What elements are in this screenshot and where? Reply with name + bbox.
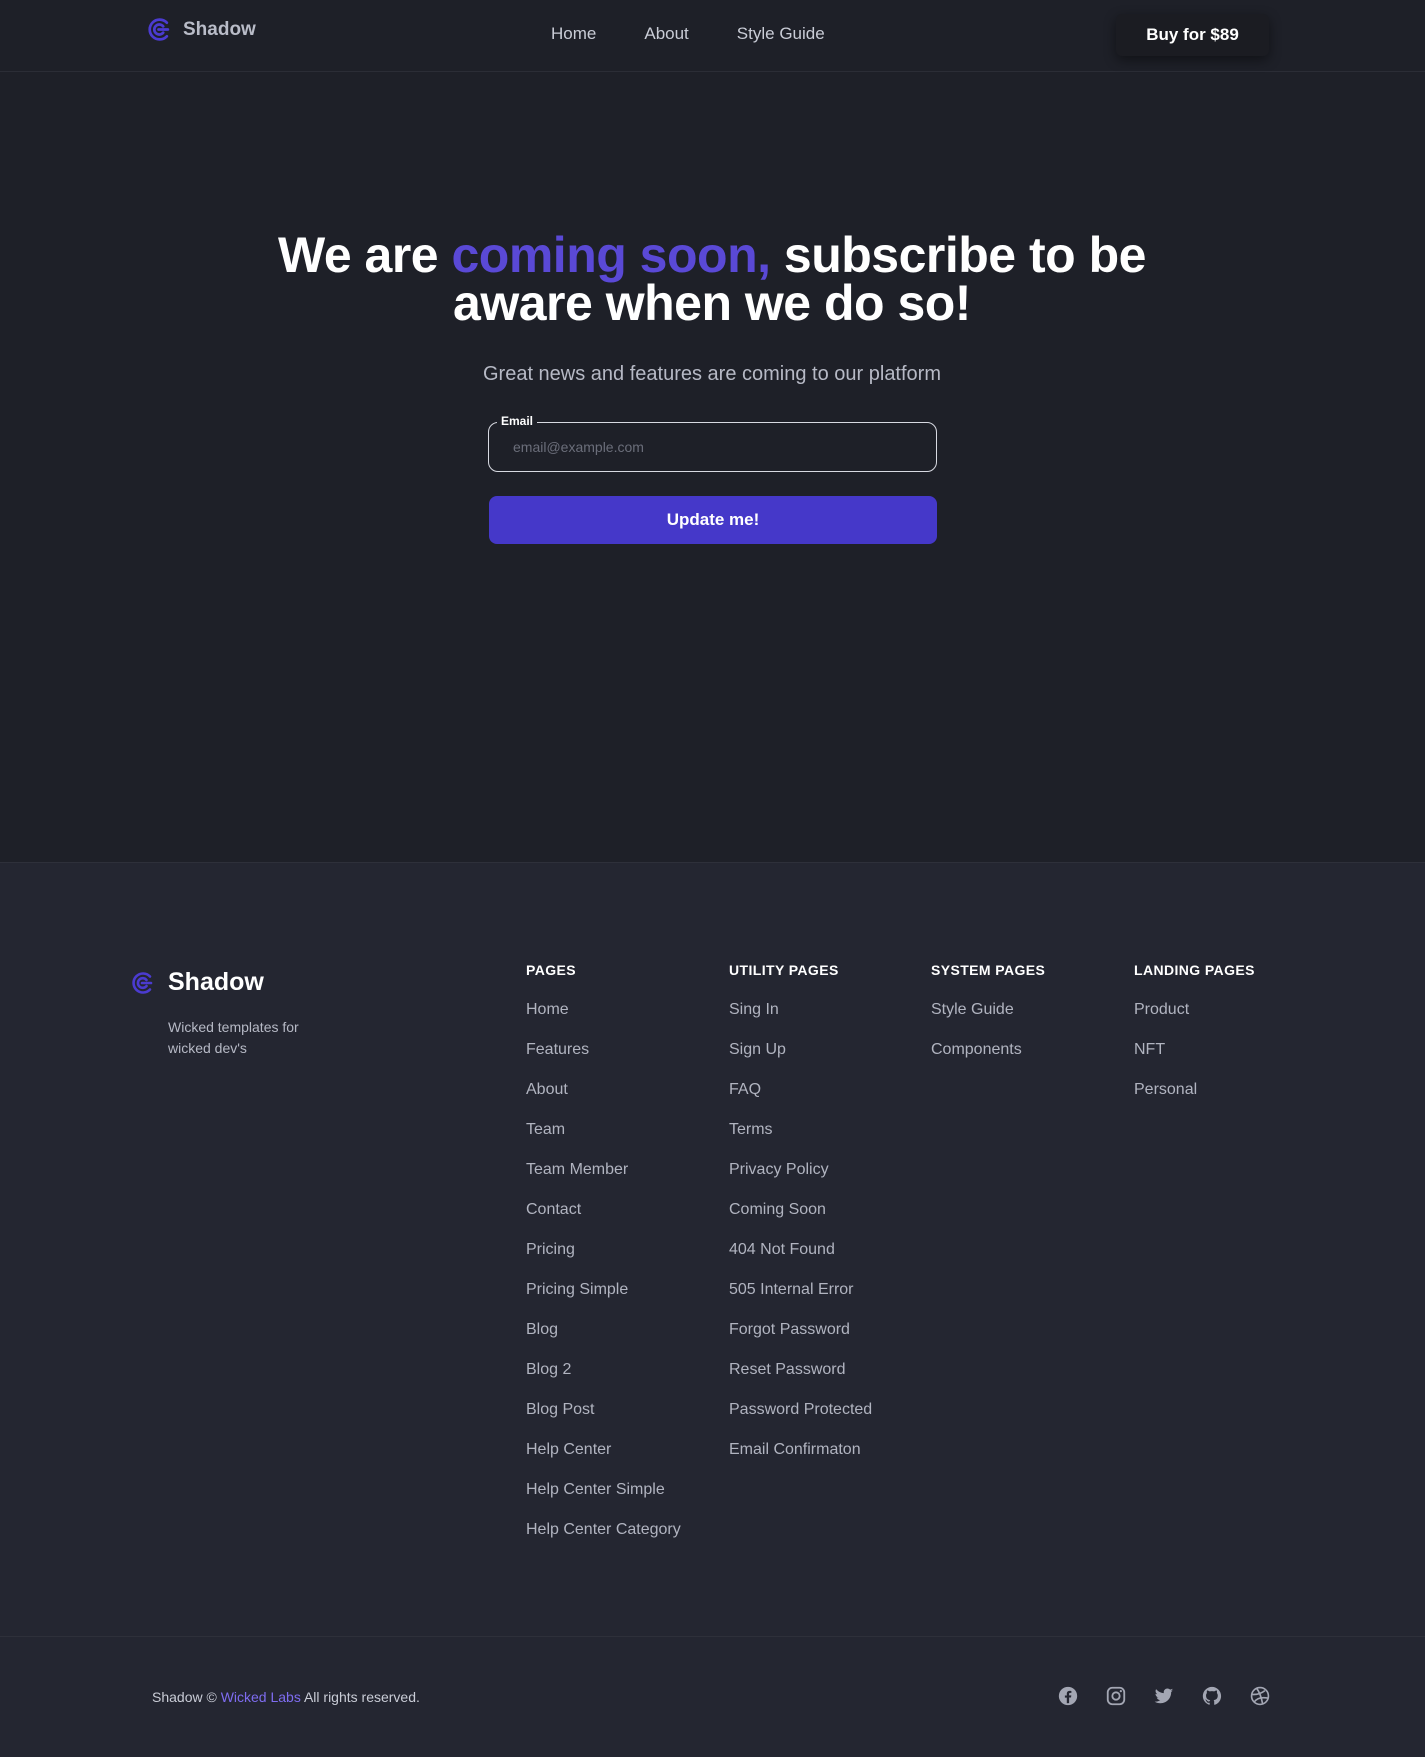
footer-link-team[interactable]: Team (526, 1121, 565, 1138)
social-links (1057, 1685, 1297, 1707)
nav-link-about[interactable]: About (644, 24, 688, 44)
footer-link-505[interactable]: 505 Internal Error (729, 1281, 854, 1298)
footer-link-blog-post[interactable]: Blog Post (526, 1401, 594, 1418)
shadow-logo-icon (132, 971, 153, 994)
navbar: Shadow Home About Style Guide Buy for $8… (0, 0, 1425, 72)
footer-link-blog[interactable]: Blog (526, 1321, 558, 1338)
shadow-logo-icon (148, 18, 170, 41)
footer-link-reset-password[interactable]: Reset Password (729, 1361, 846, 1378)
facebook-icon[interactable] (1057, 1685, 1079, 1707)
footer: Shadow Wicked templates for wicked dev's… (0, 862, 1425, 1636)
footer-link-sign-in[interactable]: Sing In (729, 1001, 779, 1018)
email-input[interactable] (489, 423, 936, 471)
brand-name: Shadow (183, 18, 256, 40)
footer-column-utility-pages: UTILITY PAGES Sing In Sign Up FAQ Terms … (729, 962, 872, 1481)
hero-title-part1: We are (278, 227, 452, 283)
hero-section: We are coming soon, subscribe to be awar… (0, 73, 1425, 861)
footer-tagline: Wicked templates for wicked dev's (168, 1019, 299, 1056)
footer-link-email-confirmation[interactable]: Email Confirmaton (729, 1441, 861, 1458)
footer-link-blog-2[interactable]: Blog 2 (526, 1361, 571, 1378)
nav-link-home[interactable]: Home (551, 24, 596, 44)
footer-link-about[interactable]: About (526, 1081, 568, 1098)
instagram-icon[interactable] (1105, 1685, 1127, 1707)
bottom-bar: Shadow © Wicked Labs All rights reserved… (0, 1636, 1425, 1757)
footer-link-home[interactable]: Home (526, 1001, 569, 1018)
hero-subtitle: Great news and features are coming to ou… (482, 363, 941, 385)
footer-column-title: PAGES (526, 962, 576, 978)
footer-brand[interactable]: Shadow (130, 968, 264, 997)
footer-link-features[interactable]: Features (526, 1041, 589, 1058)
footer-column-title: SYSTEM PAGES (931, 962, 1046, 978)
twitter-icon[interactable] (1153, 1685, 1175, 1707)
main-nav: Home About Style Guide (551, 24, 873, 44)
footer-link-pricing[interactable]: Pricing (526, 1241, 575, 1258)
footer-link-404[interactable]: 404 Not Found (729, 1241, 835, 1258)
footer-link-pricing-simple[interactable]: Pricing Simple (526, 1281, 628, 1298)
footer-column-pages: PAGES Home Features About Team Team Memb… (526, 962, 681, 1561)
footer-link-product[interactable]: Product (1134, 1001, 1189, 1018)
footer-link-terms[interactable]: Terms (729, 1121, 773, 1138)
footer-link-help-center-category[interactable]: Help Center Category (526, 1521, 681, 1538)
footer-column-title: LANDING PAGES (1134, 962, 1255, 978)
dribbble-icon[interactable] (1249, 1685, 1271, 1707)
footer-column-system-pages: SYSTEM PAGES Style Guide Components (931, 962, 1045, 1081)
footer-link-privacy-policy[interactable]: Privacy Policy (729, 1161, 829, 1178)
wicked-labs-link[interactable]: Wicked Labs (221, 1689, 301, 1705)
footer-link-contact[interactable]: Contact (526, 1201, 581, 1218)
footer-link-team-member[interactable]: Team Member (526, 1161, 628, 1178)
copyright-prefix: Shadow © (152, 1689, 221, 1705)
footer-link-help-center[interactable]: Help Center (526, 1441, 611, 1458)
footer-link-forgot-password[interactable]: Forgot Password (729, 1321, 850, 1338)
footer-column-title: UTILITY PAGES (729, 962, 839, 978)
footer-link-coming-soon[interactable]: Coming Soon (729, 1201, 826, 1218)
footer-link-style-guide[interactable]: Style Guide (931, 1001, 1014, 1018)
copyright-suffix: All rights reserved. (300, 1689, 420, 1705)
footer-link-personal[interactable]: Personal (1134, 1081, 1197, 1098)
nav-link-style-guide[interactable]: Style Guide (737, 24, 825, 44)
footer-link-faq[interactable]: FAQ (729, 1081, 761, 1098)
footer-link-list: Product NFT Personal (1134, 1001, 1255, 1121)
footer-link-components[interactable]: Components (931, 1041, 1022, 1058)
buy-button[interactable]: Buy for $89 (1116, 14, 1269, 56)
update-me-button[interactable]: Update me! (489, 496, 937, 544)
footer-link-sign-up[interactable]: Sign Up (729, 1041, 786, 1058)
footer-link-list: Sing In Sign Up FAQ Terms Privacy Policy… (729, 1001, 872, 1481)
footer-link-list: Home Features About Team Team Member Con… (526, 1001, 681, 1561)
footer-link-list: Style Guide Components (931, 1001, 1045, 1081)
brand-logo[interactable]: Shadow (146, 17, 256, 42)
email-field-wrapper: Email (488, 414, 937, 472)
github-icon[interactable] (1201, 1685, 1223, 1707)
footer-column-landing-pages: LANDING PAGES Product NFT Personal (1134, 962, 1255, 1121)
hero-title: We are coming soon, subscribe to be awar… (262, 230, 1162, 328)
copyright-text: Shadow © Wicked Labs All rights reserved… (152, 1689, 420, 1705)
footer-brand-name: Shadow (168, 968, 264, 996)
footer-link-nft[interactable]: NFT (1134, 1041, 1165, 1058)
footer-link-password-protected[interactable]: Password Protected (729, 1401, 872, 1418)
footer-link-help-center-simple[interactable]: Help Center Simple (526, 1481, 665, 1498)
email-label: Email (497, 414, 538, 428)
